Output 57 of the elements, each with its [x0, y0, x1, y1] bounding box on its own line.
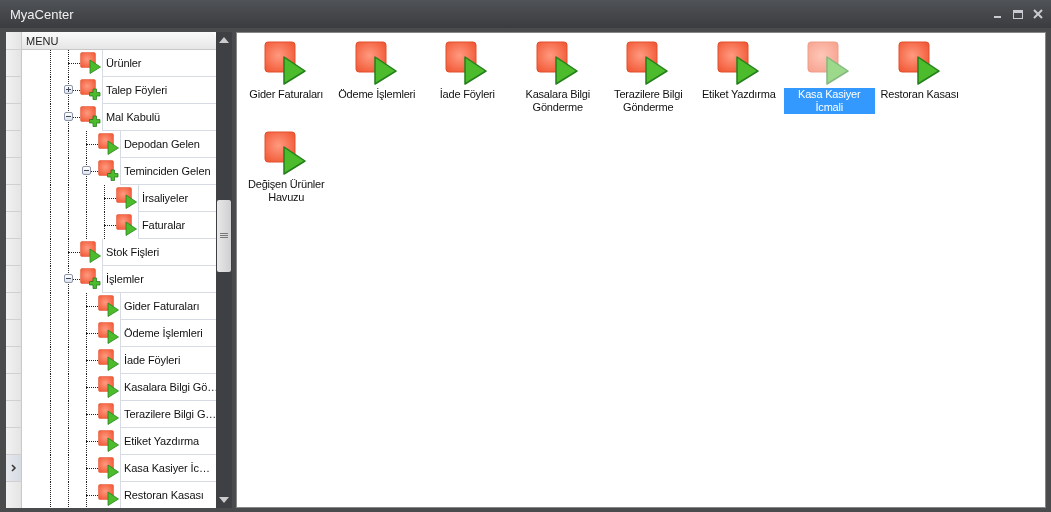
folder-plus-icon: [80, 268, 102, 290]
collapse-icon[interactable]: [82, 166, 91, 175]
shortcut-label: Etiket Yazdırma: [700, 88, 777, 101]
shortcut-label: Restoran Kasası: [879, 88, 960, 101]
form-play-icon: [98, 349, 120, 371]
form-play-icon: [897, 41, 942, 85]
form-play-icon: [626, 41, 671, 85]
shortcut-label: Kasalara Bilgi Gönderme: [524, 88, 591, 114]
shortcut-tile[interactable]: Etiket Yazdırma: [693, 41, 784, 131]
form-play-icon: [264, 41, 309, 85]
form-play-icon: [98, 376, 120, 398]
form-play-icon: [80, 241, 102, 263]
shortcut-tile[interactable]: Ödeme İşlemleri: [331, 41, 422, 131]
shortcut-tile[interactable]: Restoran Kasası: [874, 41, 965, 131]
folder-plus-icon: [80, 79, 102, 101]
form-play-icon: [264, 131, 309, 175]
shortcut-label: Kasa Kasiyer İcmali: [784, 88, 875, 114]
header-corner: [6, 32, 22, 50]
shortcut-tile[interactable]: Değişen Ürünler Havuzu: [241, 131, 332, 221]
column-header[interactable]: MENU: [22, 32, 216, 50]
scroll-up-icon[interactable]: [219, 37, 229, 43]
form-play-icon: [716, 41, 761, 85]
form-play-icon: [354, 41, 399, 85]
shortcut-label: Değişen Ürünler Havuzu: [247, 178, 326, 204]
close-icon[interactable]: [1033, 9, 1043, 19]
form-play-icon: [98, 484, 120, 506]
shortcut-label: İade Föyleri: [438, 88, 496, 101]
collapse-icon[interactable]: [64, 112, 73, 121]
form-play-icon: [98, 430, 120, 452]
shortcut-tile[interactable]: Terazilere Bilgi Gönderme: [603, 41, 694, 131]
form-play-icon: [98, 133, 120, 155]
form-play-icon: [445, 41, 490, 85]
form-play-icon: [98, 457, 120, 479]
form-play-icon: [98, 295, 120, 317]
shortcut-tile[interactable]: İade Föyleri: [422, 41, 513, 131]
chevron-icon: [10, 464, 17, 472]
form-play-icon: [116, 214, 138, 236]
scrollbar[interactable]: [216, 32, 232, 508]
form-play-icon: [535, 41, 580, 85]
form-play-icon: [80, 52, 102, 74]
maximize-icon[interactable]: [1013, 9, 1023, 19]
form-play-icon: [98, 322, 120, 344]
form-play-icon: [98, 403, 120, 425]
folder-plus-icon: [98, 160, 120, 182]
shortcut-label: Ödeme İşlemleri: [337, 88, 417, 101]
scroll-thumb[interactable]: [217, 200, 231, 272]
shortcut-tile[interactable]: Gider Faturaları: [241, 41, 332, 131]
form-play-icon: [807, 41, 852, 85]
form-play-icon: [116, 187, 138, 209]
window-title: MyaCenter: [10, 6, 74, 22]
expand-icon[interactable]: [64, 85, 73, 94]
collapse-icon[interactable]: [64, 274, 73, 283]
scroll-down-icon[interactable]: [219, 497, 229, 503]
shortcut-tile[interactable]: Kasalara Bilgi Gönderme: [512, 41, 603, 131]
folder-plus-icon: [80, 106, 102, 128]
shortcut-label: Gider Faturaları: [248, 88, 325, 101]
shortcut-label: Terazilere Bilgi Gönderme: [613, 88, 684, 114]
